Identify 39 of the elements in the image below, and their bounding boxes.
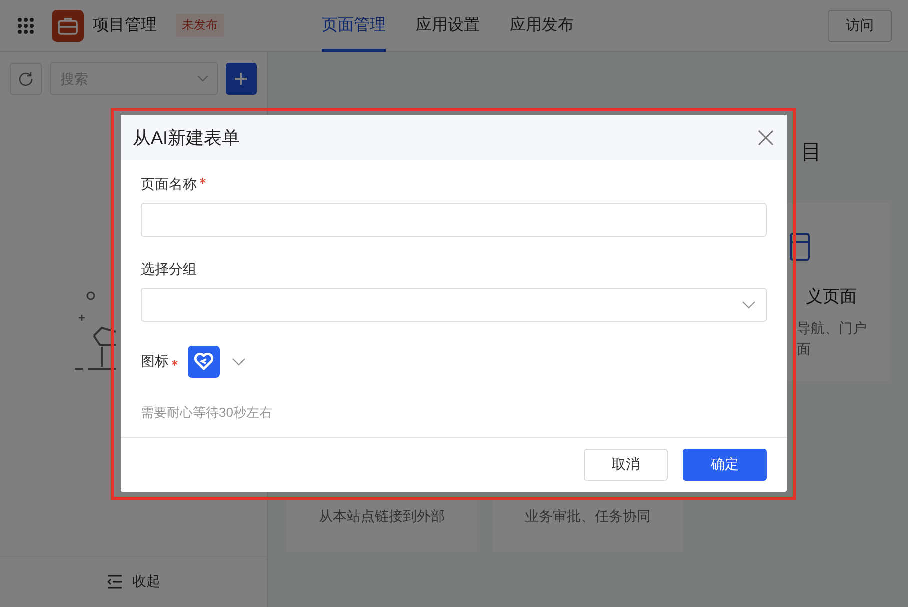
- cancel-button[interactable]: 取消: [584, 449, 668, 481]
- close-icon: [757, 128, 775, 146]
- chevron-down-icon: [196, 75, 209, 83]
- collapse-icon: [106, 575, 122, 589]
- refresh-button[interactable]: [10, 62, 42, 94]
- heart-icon: [194, 353, 214, 371]
- field-label: 页面名称: [141, 176, 197, 194]
- plus-icon: [234, 72, 248, 86]
- card-title: 义页面: [806, 286, 858, 308]
- dialog-title: 从AI新建表单: [133, 126, 240, 150]
- visit-button[interactable]: 访问: [828, 10, 892, 42]
- card-description: 导航、门户 面: [797, 319, 868, 359]
- page-type-card[interactable]: 业务审批、任务协同: [493, 500, 683, 552]
- chevron-down-icon: [742, 301, 756, 309]
- confirm-button[interactable]: 确定: [683, 449, 767, 481]
- page-type-card[interactable]: 从本站点链接到外部: [287, 500, 477, 552]
- chevron-down-icon[interactable]: [232, 358, 246, 366]
- text-input[interactable]: [141, 203, 767, 237]
- nav-tab[interactable]: 页面管理: [322, 0, 386, 52]
- icon-picker[interactable]: [188, 346, 220, 378]
- briefcase-icon: [58, 16, 78, 34]
- collapse-button[interactable]: 收起: [0, 556, 267, 607]
- card-description: 从本站点链接到外部: [319, 508, 445, 526]
- refresh-icon: [18, 70, 34, 86]
- nav-tab[interactable]: 应用发布: [510, 0, 574, 52]
- page-icon: [790, 233, 810, 261]
- field-label: 选择分组: [141, 261, 197, 279]
- add-button[interactable]: [226, 62, 257, 94]
- section-heading: 目: [801, 140, 823, 166]
- nav-tab[interactable]: 应用设置: [416, 0, 480, 52]
- required-icon: [200, 178, 206, 184]
- status-badge: 未发布: [176, 14, 224, 37]
- card-description: 业务审批、任务协同: [525, 508, 651, 526]
- hint-text: 需要耐心等待30秒左右: [141, 404, 274, 422]
- required-icon: [172, 360, 178, 366]
- field-label: 图标: [141, 353, 169, 371]
- close-button[interactable]: [757, 128, 775, 146]
- app-name: 项目管理: [93, 16, 157, 36]
- app-grid-icon[interactable]: [17, 16, 35, 34]
